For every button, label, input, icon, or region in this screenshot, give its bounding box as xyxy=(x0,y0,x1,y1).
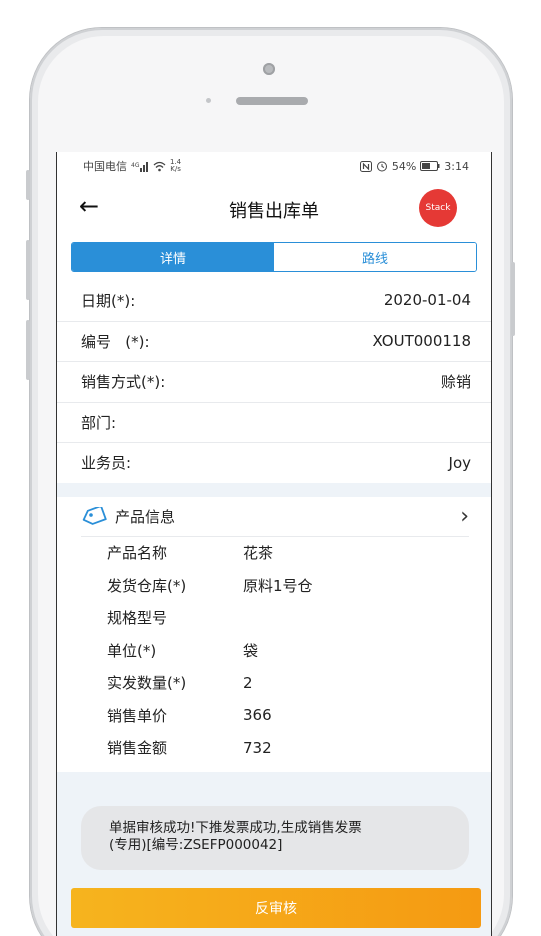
earpiece-speaker xyxy=(236,97,308,105)
product-row-label: 单位(*) xyxy=(107,641,157,660)
product-row: 销售金额 732 xyxy=(81,732,469,765)
product-section-title: 产品信息 xyxy=(115,507,176,526)
product-row: 销售单价 366 xyxy=(81,699,469,732)
field-label: 部门: xyxy=(81,413,117,432)
field-value: 赊销 xyxy=(440,373,471,392)
field-number: 编号 (*): XOUT000118 xyxy=(57,320,491,362)
product-row: 发货仓库(*) 原料1号仓 xyxy=(81,569,469,602)
field-label: 编号 (*): xyxy=(81,332,150,351)
field-salesperson: 业务员: Joy xyxy=(57,442,491,483)
net-speed: 1.4 K/s xyxy=(170,159,181,173)
field-sales-method: 销售方式(*): 赊销 xyxy=(57,361,491,402)
toast-message: 单据审核成功!下推发票成功,生成销售发票 (专用)[编号:ZSEFP000042… xyxy=(81,806,469,870)
unaudit-button[interactable]: 反审核 xyxy=(71,888,481,928)
status-right: 54% 3:14 xyxy=(359,159,469,173)
product-row-label: 产品名称 xyxy=(107,544,168,563)
toast-line-2: (专用)[编号:ZSEFP000042] xyxy=(109,837,283,853)
product-row-value: 732 xyxy=(243,738,272,757)
tab-bar: 详情 路线 xyxy=(71,242,477,272)
product-row-label: 销售金额 xyxy=(107,739,168,758)
nav-bar: ← 销售出库单 Stack xyxy=(57,180,491,236)
field-value: 2020-01-04 xyxy=(383,291,471,310)
product-row-value: 花茶 xyxy=(243,544,274,563)
svg-text:4G: 4G xyxy=(131,162,140,169)
clock: 3:14 xyxy=(444,159,469,173)
field-label: 销售方式(*): xyxy=(81,373,166,392)
product-row-value: 原料1号仓 xyxy=(243,576,313,595)
phone-power-button xyxy=(511,262,515,336)
header-fields: 日期(*): 2020-01-04 编号 (*): XOUT000118 销售方… xyxy=(57,280,491,483)
app-screen: 中国电信 4G 1.4 K/s 54% 3:14 ← 销售出库单 Stack 详… xyxy=(56,152,492,936)
status-left: 中国电信 4G 1.4 K/s xyxy=(83,158,181,174)
phone-volume-down xyxy=(26,320,30,380)
tag-icon xyxy=(82,507,107,525)
product-row-value: 袋 xyxy=(243,641,259,660)
tab-bar-wrap: 详情 路线 xyxy=(57,236,491,280)
carrier-name: 中国电信 xyxy=(83,160,127,173)
stack-button[interactable]: Stack xyxy=(419,189,457,227)
tab-details[interactable]: 详情 xyxy=(72,243,274,271)
battery-icon xyxy=(420,161,440,171)
product-row-value: 366 xyxy=(243,706,272,725)
product-row: 单位(*) 袋 xyxy=(81,634,469,667)
wifi-icon xyxy=(153,161,166,171)
battery-percent: 54% xyxy=(391,159,417,173)
alarm-icon xyxy=(376,161,387,172)
proximity-sensor xyxy=(206,98,211,103)
product-row: 实发数量(*) 2 xyxy=(81,667,469,700)
toast-line-1: 单据审核成功!下推发票成功,生成销售发票 xyxy=(109,820,362,836)
field-value: XOUT000118 xyxy=(372,332,471,351)
field-label: 业务员: xyxy=(81,454,132,473)
product-row: 规格型号 xyxy=(81,602,469,635)
product-row-label: 销售单价 xyxy=(107,706,168,725)
product-row-value: 2 xyxy=(243,673,253,692)
field-department: 部门: xyxy=(57,401,491,443)
phone-volume-up xyxy=(26,240,30,300)
field-value: Joy xyxy=(448,453,471,472)
front-camera xyxy=(263,63,275,75)
nfc-icon xyxy=(359,160,372,172)
product-row-label: 发货仓库(*) xyxy=(107,576,187,595)
net-speed-unit: K/s xyxy=(170,165,181,173)
product-row-label: 实发数量(*) xyxy=(107,674,187,693)
chevron-right-icon[interactable]: › xyxy=(460,504,469,529)
product-row: 产品名称 花茶 xyxy=(81,537,469,570)
status-bar: 中国电信 4G 1.4 K/s 54% 3:14 xyxy=(57,152,491,180)
field-date: 日期(*): 2020-01-04 xyxy=(57,280,491,321)
product-card[interactable]: 产品信息 › 产品名称 花茶 发货仓库(*) 原料1号仓 规格型号 单位(*) … xyxy=(57,496,491,772)
signal-icon: 4G xyxy=(131,161,148,172)
phone-side-button xyxy=(26,170,30,200)
product-header[interactable]: 产品信息 › xyxy=(81,497,469,537)
field-label: 日期(*): xyxy=(81,291,136,310)
product-row-label: 规格型号 xyxy=(107,609,168,628)
tab-route[interactable]: 路线 xyxy=(274,243,476,271)
